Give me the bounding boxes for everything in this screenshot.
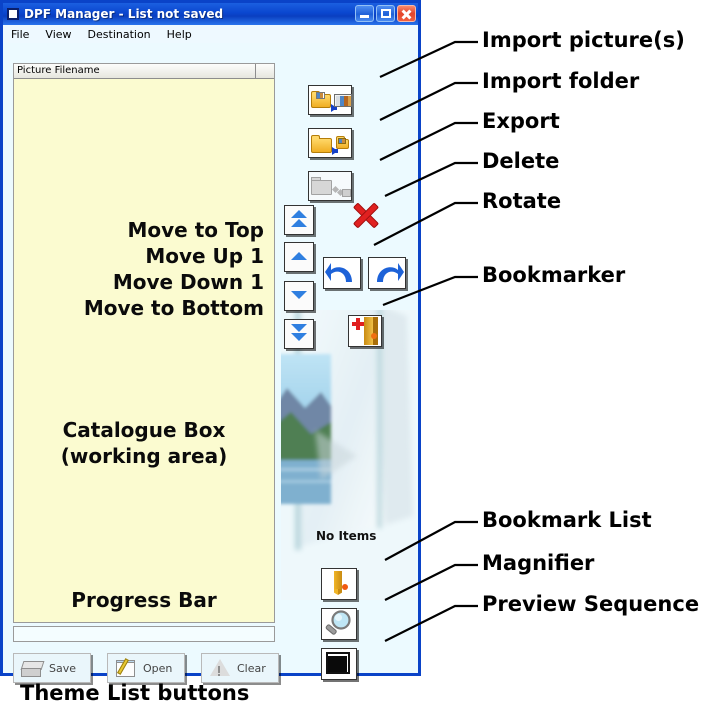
rotate-left-icon [325, 263, 352, 282]
annotation-catalogue-line2: (working area) [60, 444, 228, 468]
move-to-top-icon [291, 210, 307, 218]
folder-source-icon [311, 135, 332, 153]
client-area: File View Destination Help Picture Filen… [3, 25, 418, 683]
close-button[interactable] [397, 5, 416, 22]
window-title: DPF Manager - List not saved [24, 7, 224, 21]
preview-sequence-button[interactable] [321, 648, 357, 680]
rotate-right-icon [377, 263, 404, 282]
title-bar[interactable]: DPF Manager - List not saved [3, 3, 418, 25]
move-annotations: Move to Top Move Up 1 Move Down 1 Move t… [84, 217, 264, 321]
open-button[interactable]: Open [107, 653, 185, 683]
menu-view[interactable]: View [45, 28, 71, 41]
rotate-right-button[interactable] [368, 257, 406, 289]
page-root: DPF Manager - List not saved File View D… [0, 0, 709, 728]
annotation-move-bottom: Move to Bottom [83, 296, 264, 320]
annotation-catalogue-line1: Catalogue Box [62, 418, 226, 442]
progress-bar [13, 626, 275, 642]
export-icon [311, 180, 332, 195]
preview-backdrop [281, 310, 416, 600]
application-window: DPF Manager - List not saved File View D… [0, 0, 421, 683]
callout-bookmarker: Bookmarker [482, 263, 626, 287]
bookmark-list-icon [334, 571, 342, 591]
annotation-move-down: Move Down 1 [112, 270, 264, 294]
clear-button-label: Clear [237, 661, 266, 675]
column-header-secondary[interactable] [256, 64, 274, 78]
menu-destination[interactable]: Destination [88, 28, 151, 41]
move-up-icon [291, 252, 307, 260]
list-body[interactable]: Move to Top Move Up 1 Move Down 1 Move t… [14, 79, 274, 622]
move-up-button[interactable] [284, 242, 314, 272]
preview-empty-text: No Items [316, 529, 377, 543]
theme-list-buttons: Save Open Clear [13, 653, 279, 683]
save-button-label: Save [49, 661, 77, 675]
callout-export: Export [482, 109, 560, 133]
import-pictures-button[interactable] [308, 85, 352, 115]
callout-import-folder: Import folder [482, 69, 640, 93]
menu-file[interactable]: File [11, 28, 29, 41]
catalogue-annotation: Catalogue Box (working area) [14, 417, 274, 469]
annotation-move-up: Move Up 1 [145, 244, 264, 268]
callout-preview-sequence: Preview Sequence [482, 592, 700, 616]
maximize-button[interactable] [376, 5, 395, 22]
callout-delete: Delete [482, 149, 560, 173]
menu-bar: File View Destination Help [3, 25, 418, 43]
callout-bookmark-list: Bookmark List [482, 508, 652, 532]
menu-help[interactable]: Help [167, 28, 192, 41]
list-header: Picture Filename [14, 64, 274, 79]
catalogue-list[interactable]: Picture Filename Move to Top Move Up 1 M… [13, 63, 275, 623]
callout-magnifier: Magnifier [482, 551, 595, 575]
delete-button[interactable] [351, 202, 381, 229]
import-folder-button[interactable] [308, 128, 352, 158]
window-controls [355, 5, 416, 22]
caption-theme-list-buttons: Theme List buttons [20, 681, 250, 705]
bookmark-list-button[interactable] [321, 568, 357, 600]
progress-annotation: Progress Bar [71, 588, 217, 612]
app-icon [7, 8, 19, 20]
move-to-bottom-icon [291, 324, 307, 332]
notepad-pencil-icon [113, 657, 139, 679]
move-to-top-button[interactable] [284, 205, 314, 235]
move-down-button[interactable] [284, 281, 314, 311]
callout-rotate: Rotate [482, 189, 562, 213]
annotation-move-top: Move to Top [127, 218, 264, 242]
minimize-button[interactable] [355, 5, 374, 22]
callout-import-pictures: Import picture(s) [482, 28, 685, 52]
magnifier-icon [325, 610, 351, 635]
scanner-icon [19, 657, 45, 679]
open-button-label: Open [143, 661, 173, 675]
magnifier-button[interactable] [321, 608, 357, 640]
rotate-left-button[interactable] [323, 257, 361, 289]
pictures-icon [334, 94, 352, 107]
clear-button[interactable]: Clear [201, 653, 279, 683]
save-button[interactable]: Save [13, 653, 91, 683]
column-header-filename[interactable]: Picture Filename [14, 64, 256, 78]
bookmarker-button[interactable] [348, 315, 382, 347]
export-button[interactable] [308, 171, 352, 201]
warning-triangle-icon [207, 657, 233, 679]
move-to-bottom-button[interactable] [284, 319, 314, 349]
move-down-icon [291, 291, 307, 299]
